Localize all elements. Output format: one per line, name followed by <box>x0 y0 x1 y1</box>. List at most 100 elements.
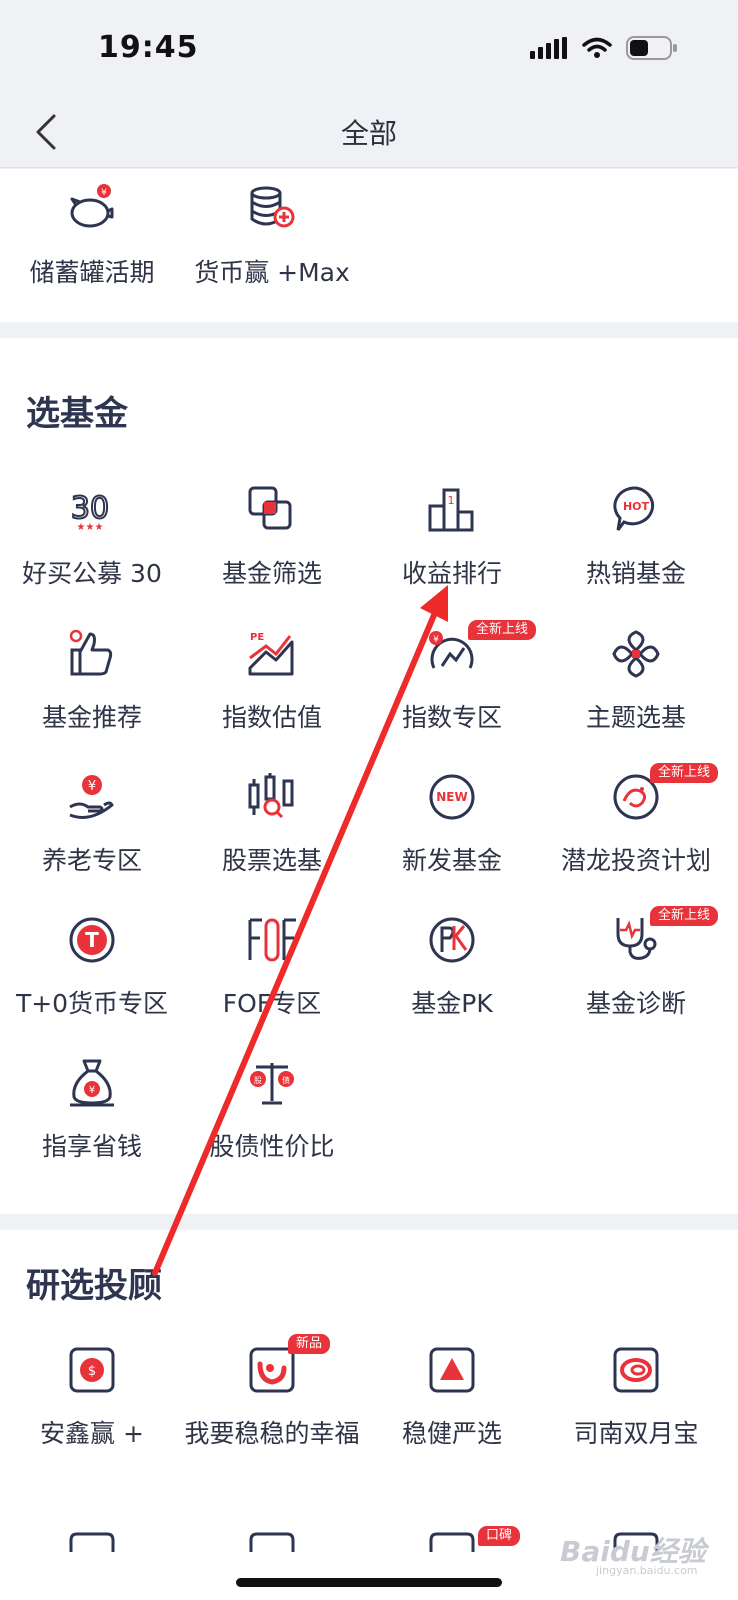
item-label: 稳健严选 <box>401 1419 502 1448</box>
fund-section: 选基金 30 ★★★ 好买公募 30 基金筛选 1 收益排行 HOT 热销基金 <box>0 338 738 1214</box>
grid-item-dragon[interactable]: 全新上线 潜龙投资计划 <box>544 763 728 901</box>
item-label: T+0货币专区 <box>15 989 169 1018</box>
item-label: 基金筛选 <box>221 559 322 588</box>
svg-text:30: 30 <box>71 491 109 526</box>
item-label: 股债性价比 <box>209 1132 335 1161</box>
item-label: 我要稳稳的幸福 <box>184 1419 360 1448</box>
piggy-bank-icon: ¥ <box>70 184 114 228</box>
page-title: 全部 <box>340 117 397 150</box>
new-launch-badge: 全新上线 <box>650 763 719 783</box>
thumbs-up-icon <box>69 629 113 676</box>
coins-plus-item[interactable]: 货币赢 +Max <box>180 183 364 313</box>
item-label: 潜龙投资计划 <box>560 846 711 875</box>
item-label: 储蓄罐活期 <box>29 258 155 287</box>
hot-bubble-icon: HOT <box>613 486 655 531</box>
item-label: 收益排行 <box>401 559 502 588</box>
spiral-square-icon <box>613 1347 659 1393</box>
advisor-item-happiness[interactable]: 新品 我要稳稳的幸福 <box>180 1334 364 1474</box>
fof-icon <box>248 918 296 962</box>
new-product-badge: 新品 <box>288 1334 331 1354</box>
partial-icon <box>249 1532 295 1552</box>
svg-text:T: T <box>85 928 99 952</box>
svg-text:★★★: ★★★ <box>77 522 104 533</box>
item-label: 新发基金 <box>401 846 502 875</box>
pk-icon <box>429 917 475 963</box>
grid-item-stock-bond[interactable]: 股 债 股债性价比 <box>180 1057 364 1187</box>
watermark-sub: jingyan.baidu.com <box>596 1564 698 1577</box>
pension-hand-icon: ¥ <box>69 775 114 819</box>
item-label: FOF专区 <box>222 989 322 1018</box>
piggy-bank-item[interactable]: ¥ 储蓄罐活期 <box>0 183 184 313</box>
svg-text:¥: ¥ <box>101 188 107 198</box>
theme-flower-icon <box>612 630 660 678</box>
grid-item-ranking[interactable]: 1 收益排行 <box>360 484 544 614</box>
svg-text:股: 股 <box>254 1076 262 1085</box>
coins-plus-icon <box>250 186 295 228</box>
item-label: 热销基金 <box>585 559 686 588</box>
svg-text:1: 1 <box>448 494 455 507</box>
grid-item-index[interactable]: ¥ 全新上线 指数专区 <box>360 620 544 758</box>
grid-item-top30[interactable]: 30 ★★★ 好买公募 30 <box>0 484 184 614</box>
svg-text:¥: ¥ <box>88 779 96 794</box>
item-label: 指数估值 <box>221 703 322 732</box>
ranking-podium-icon: 1 <box>428 488 474 532</box>
item-label: 安鑫赢 + <box>40 1419 144 1448</box>
grid-item-pension[interactable]: ¥ 养老专区 <box>0 771 184 901</box>
item-label: 货币赢 +Max <box>194 258 350 287</box>
advisor-item-sinan[interactable]: 司南双月宝 <box>544 1344 728 1474</box>
item-label: 好买公募 30 <box>22 559 162 588</box>
candlestick-search-icon <box>248 773 294 819</box>
filter-squares-icon <box>248 486 292 530</box>
t-plus-zero-icon: T <box>69 917 115 963</box>
item-label: 基金推荐 <box>41 703 142 732</box>
advisor-item-anxin[interactable]: $ 安鑫赢 + <box>0 1344 184 1474</box>
home-indicator[interactable] <box>236 1578 502 1587</box>
grid-item-stock[interactable]: 股票选基 <box>180 771 364 901</box>
partial-icon <box>429 1532 475 1552</box>
new-launch-badge: 全新上线 <box>650 906 719 926</box>
status-icons <box>530 36 678 60</box>
pe-chart-icon: PE <box>248 632 294 676</box>
section-title: 研选投顾 <box>26 1266 162 1306</box>
status-bar: 19:45 <box>0 0 738 96</box>
item-label: 主题选基 <box>585 703 686 732</box>
wifi-icon <box>582 37 612 58</box>
item-label: 指享省钱 <box>41 1132 142 1161</box>
battery-icon <box>626 36 677 60</box>
item-label: 基金PK <box>411 989 493 1018</box>
item-label: 养老专区 <box>41 846 142 875</box>
item-label: 股票选基 <box>221 846 322 875</box>
grid-item-hot[interactable]: HOT 热销基金 <box>544 484 728 614</box>
dollar-square-icon: $ <box>69 1347 115 1393</box>
section-title: 选基金 <box>26 394 128 434</box>
grid-item-new-fund[interactable]: NEW 新发基金 <box>360 771 544 901</box>
triangle-square-icon <box>429 1347 475 1393</box>
svg-text:HOT: HOT <box>623 500 650 513</box>
grid-item-recommend[interactable]: 基金推荐 <box>0 628 184 758</box>
svg-text:NEW: NEW <box>436 790 467 804</box>
grid-item-fof[interactable]: FOF专区 <box>180 914 364 1044</box>
grid-item-pe[interactable]: PE 指数估值 <box>180 628 364 758</box>
grid-item-theme[interactable]: 主题选基 <box>544 628 728 758</box>
grid-item-pk[interactable]: 基金PK <box>360 914 544 1044</box>
svg-text:债: 债 <box>282 1075 290 1085</box>
svg-text:¥: ¥ <box>89 1085 95 1096</box>
item-label: 司南双月宝 <box>573 1419 699 1448</box>
money-bag-icon: ¥ <box>70 1059 114 1107</box>
savings-card: ¥ 储蓄罐活期 货币赢 +Max <box>0 169 738 322</box>
svg-text:$: $ <box>88 1364 96 1379</box>
new-badge-icon: NEW <box>429 774 475 820</box>
top-30-icon: 30 ★★★ <box>70 490 110 533</box>
advisor-item-steady[interactable]: 稳健严选 <box>360 1344 544 1474</box>
status-time: 19:45 <box>98 30 199 65</box>
new-launch-badge: 全新上线 <box>468 620 537 640</box>
grid-item-diagnosis[interactable]: 全新上线 基金诊断 <box>544 906 728 1044</box>
nav-bar: 全部 <box>0 96 738 168</box>
grid-item-saving[interactable]: ¥ 指享省钱 <box>0 1057 184 1187</box>
grid-item-filter[interactable]: 基金筛选 <box>180 484 364 614</box>
cellular-signal-icon <box>530 37 567 59</box>
svg-text:¥: ¥ <box>433 635 439 645</box>
partial-icon <box>69 1532 115 1552</box>
grid-item-t0[interactable]: T T+0货币专区 <box>0 914 184 1044</box>
balance-scale-icon: 股 债 <box>250 1063 294 1105</box>
